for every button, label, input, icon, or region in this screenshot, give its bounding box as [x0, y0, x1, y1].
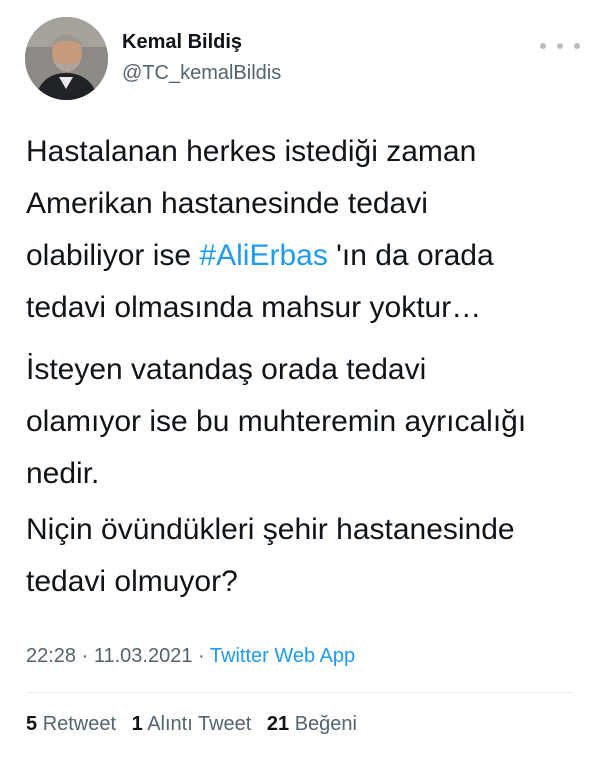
more-horizontal-icon[interactable] — [540, 38, 580, 54]
quote-tweets-stat[interactable]: 1 Alıntı Tweet — [132, 713, 252, 735]
divider — [26, 692, 574, 693]
retweets-count: 5 — [26, 713, 38, 735]
more-dot — [557, 43, 563, 49]
tweet-line: İsteyen vatandaş orada tedavi — [26, 353, 427, 386]
tweet-date[interactable]: 11.03.2021 — [94, 645, 193, 667]
tweet-line: olabiliyor ise #AliErbas 'ın da orada — [26, 230, 586, 282]
tweet-paragraph-1: Hastalanan herkes istediği zaman Amerika… — [26, 126, 586, 334]
hashtag-link[interactable]: #AliErbas — [199, 239, 327, 272]
tweet-line: Amerikan hastanesinde tedavi — [26, 187, 428, 220]
more-dot — [574, 43, 580, 49]
tweet-text-segment: olabiliyor ise — [26, 239, 200, 272]
retweets-stat[interactable]: 5 Retweet — [26, 713, 116, 735]
meta-separator: · — [192, 645, 210, 667]
retweets-label: Retweet — [42, 713, 117, 735]
tweet-line: Hastalanan herkes istediği zaman — [26, 135, 477, 168]
avatar-photo — [25, 17, 108, 100]
more-dot — [540, 43, 546, 49]
tweet-header: Kemal Bildiş @TC_kemalBildis — [0, 0, 600, 110]
tweet-time[interactable]: 22:28 — [26, 645, 76, 667]
tweet-line: nedir. — [26, 457, 100, 490]
likes-count: 21 — [266, 713, 290, 735]
meta-separator: · — [76, 645, 94, 667]
tweet-line: tedavi olmasında mahsur yoktur… — [26, 291, 482, 324]
author-name[interactable]: Kemal Bildiş — [122, 31, 242, 54]
avatar[interactable] — [25, 17, 108, 100]
quote-tweets-count: 1 — [131, 713, 143, 735]
tweet-paragraph-3: Niçin övündükleri şehir hastanesinde ted… — [26, 504, 586, 608]
likes-stat[interactable]: 21 Beğeni — [267, 713, 357, 735]
author-handle[interactable]: @TC_kemalBildis — [122, 62, 281, 85]
tweet-stats: 5 Retweet 1 Alıntı Tweet 21 Beğeni — [26, 713, 367, 736]
tweet-text-segment: 'ın da orada — [327, 239, 494, 272]
tweet-line: olamıyor ise bu muhteremin ayrıcalığı — [26, 405, 527, 438]
tweet-paragraph-2: İsteyen vatandaş orada tedavi olamıyor i… — [26, 344, 586, 500]
quote-tweets-label: Alıntı Tweet — [147, 713, 252, 735]
source-app-link[interactable]: Twitter Web App — [210, 645, 355, 667]
tweet-line: Niçin övündükleri şehir hastanesinde — [26, 513, 515, 546]
tweet-meta: 22:28 · 11.03.2021 · Twitter Web App — [26, 645, 355, 668]
likes-label: Beğeni — [294, 713, 357, 735]
tweet-line: tedavi olmuyor? — [26, 565, 238, 598]
